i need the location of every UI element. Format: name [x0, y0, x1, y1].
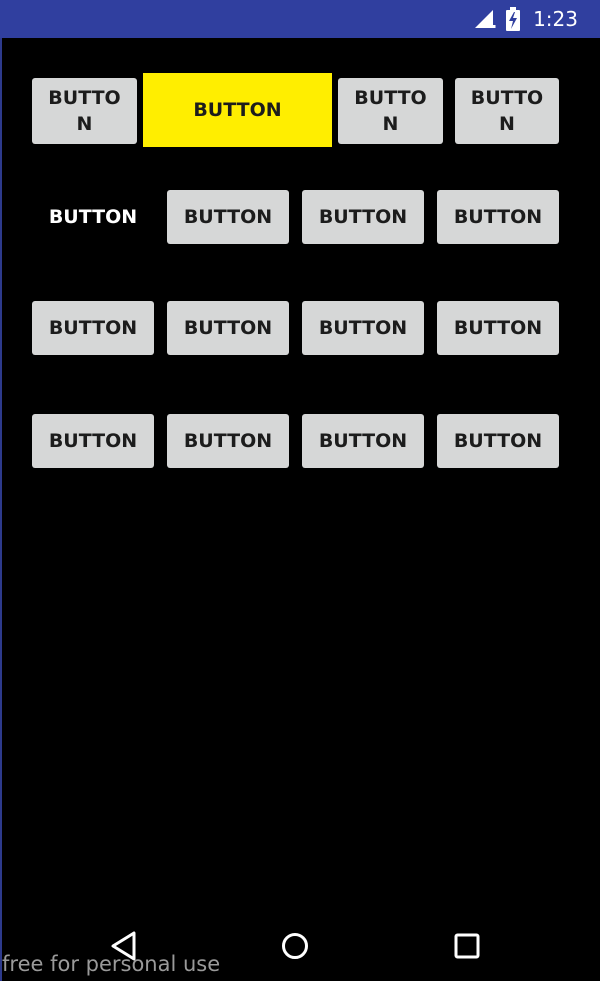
battery-charging-icon	[506, 7, 521, 31]
watermark-text: free for personal use	[2, 952, 221, 976]
button-r1c1[interactable]: BUTTON	[32, 78, 137, 144]
button-r1c4[interactable]: BUTTON	[455, 78, 559, 144]
button-r1c2-highlighted[interactable]: BUTTON	[143, 73, 332, 147]
button-r3c4[interactable]: BUTTON	[437, 301, 559, 355]
button-r3c3[interactable]: BUTTON	[302, 301, 424, 355]
button-r4c3[interactable]: BUTTON	[302, 414, 424, 468]
button-r2c3[interactable]: BUTTON	[302, 190, 424, 244]
button-r3c1[interactable]: BUTTON	[32, 301, 154, 355]
window-edge	[0, 38, 2, 981]
signal-icon	[475, 10, 496, 28]
button-r1c3[interactable]: BUTTON	[338, 78, 443, 144]
button-r4c4[interactable]: BUTTON	[437, 414, 559, 468]
status-time: 1:23	[533, 7, 578, 31]
button-r2c1[interactable]: BUTTON	[32, 190, 154, 244]
button-r2c4[interactable]: BUTTON	[437, 190, 559, 244]
button-r4c2[interactable]: BUTTON	[167, 414, 289, 468]
home-icon[interactable]	[279, 930, 311, 962]
status-icons: 1:23	[473, 0, 578, 38]
button-r4c1[interactable]: BUTTON	[32, 414, 154, 468]
button-r2c2[interactable]: BUTTON	[167, 190, 289, 244]
button-r3c2[interactable]: BUTTON	[167, 301, 289, 355]
recents-icon[interactable]	[451, 930, 483, 962]
status-bar: 1:23	[0, 0, 600, 38]
